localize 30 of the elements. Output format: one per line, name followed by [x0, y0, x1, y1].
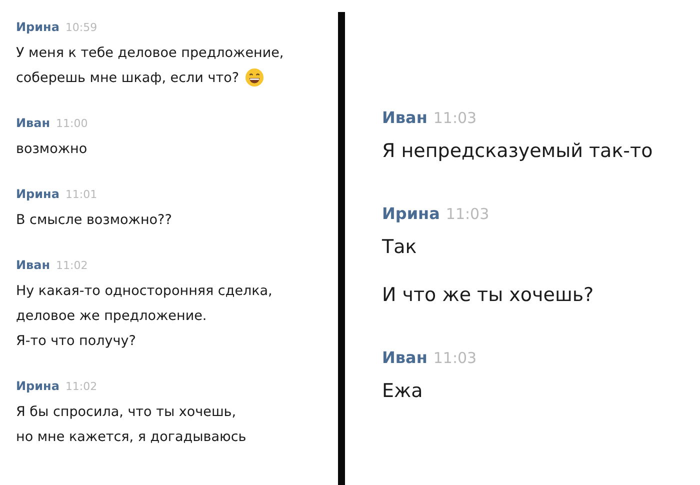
message-text: Я бы спросила, что ты хочешь,	[16, 404, 236, 420]
author-name[interactable]: Иван	[16, 116, 50, 130]
author-name[interactable]: Ирина	[16, 20, 60, 34]
message-time: 11:00	[56, 117, 88, 130]
message-text: Я непредсказуемый так-то	[382, 140, 653, 162]
message-time: 11:03	[433, 109, 477, 127]
author-name[interactable]: Ирина	[382, 204, 440, 223]
grinning-emoji-icon	[245, 68, 264, 87]
message-text: Ежа	[382, 380, 423, 402]
author-name[interactable]: Иван	[382, 108, 428, 127]
author-name[interactable]: Ирина	[16, 187, 60, 201]
message-text: У меня к тебе деловое предложение,	[16, 44, 284, 60]
author-name[interactable]: Ирина	[16, 379, 60, 393]
message-time: 11:03	[446, 205, 490, 223]
message-time: 11:02	[65, 380, 98, 393]
author-name[interactable]: Иван	[16, 258, 50, 272]
message-text: Ну какая-то односторонняя сделка,	[16, 282, 272, 298]
message-text: соберешь мне шкаф, если что?	[16, 70, 239, 86]
message-time: 11:02	[56, 259, 88, 272]
message-text: деловое же предложение.	[16, 308, 207, 324]
message-text: В смысле возможно??	[16, 212, 172, 228]
message-text: возможно	[16, 140, 88, 156]
message-text: но мне кажется, я догадываюсь	[16, 428, 246, 444]
message-time: 10:59	[65, 21, 98, 34]
author-name[interactable]: Иван	[382, 348, 428, 367]
message-time: 11:01	[65, 188, 98, 201]
message-time: 11:03	[433, 349, 477, 367]
message-text: Я-то что получу?	[16, 332, 136, 348]
message-text: Так	[382, 236, 417, 258]
message-text: И что же ты хочешь?	[382, 284, 594, 306]
